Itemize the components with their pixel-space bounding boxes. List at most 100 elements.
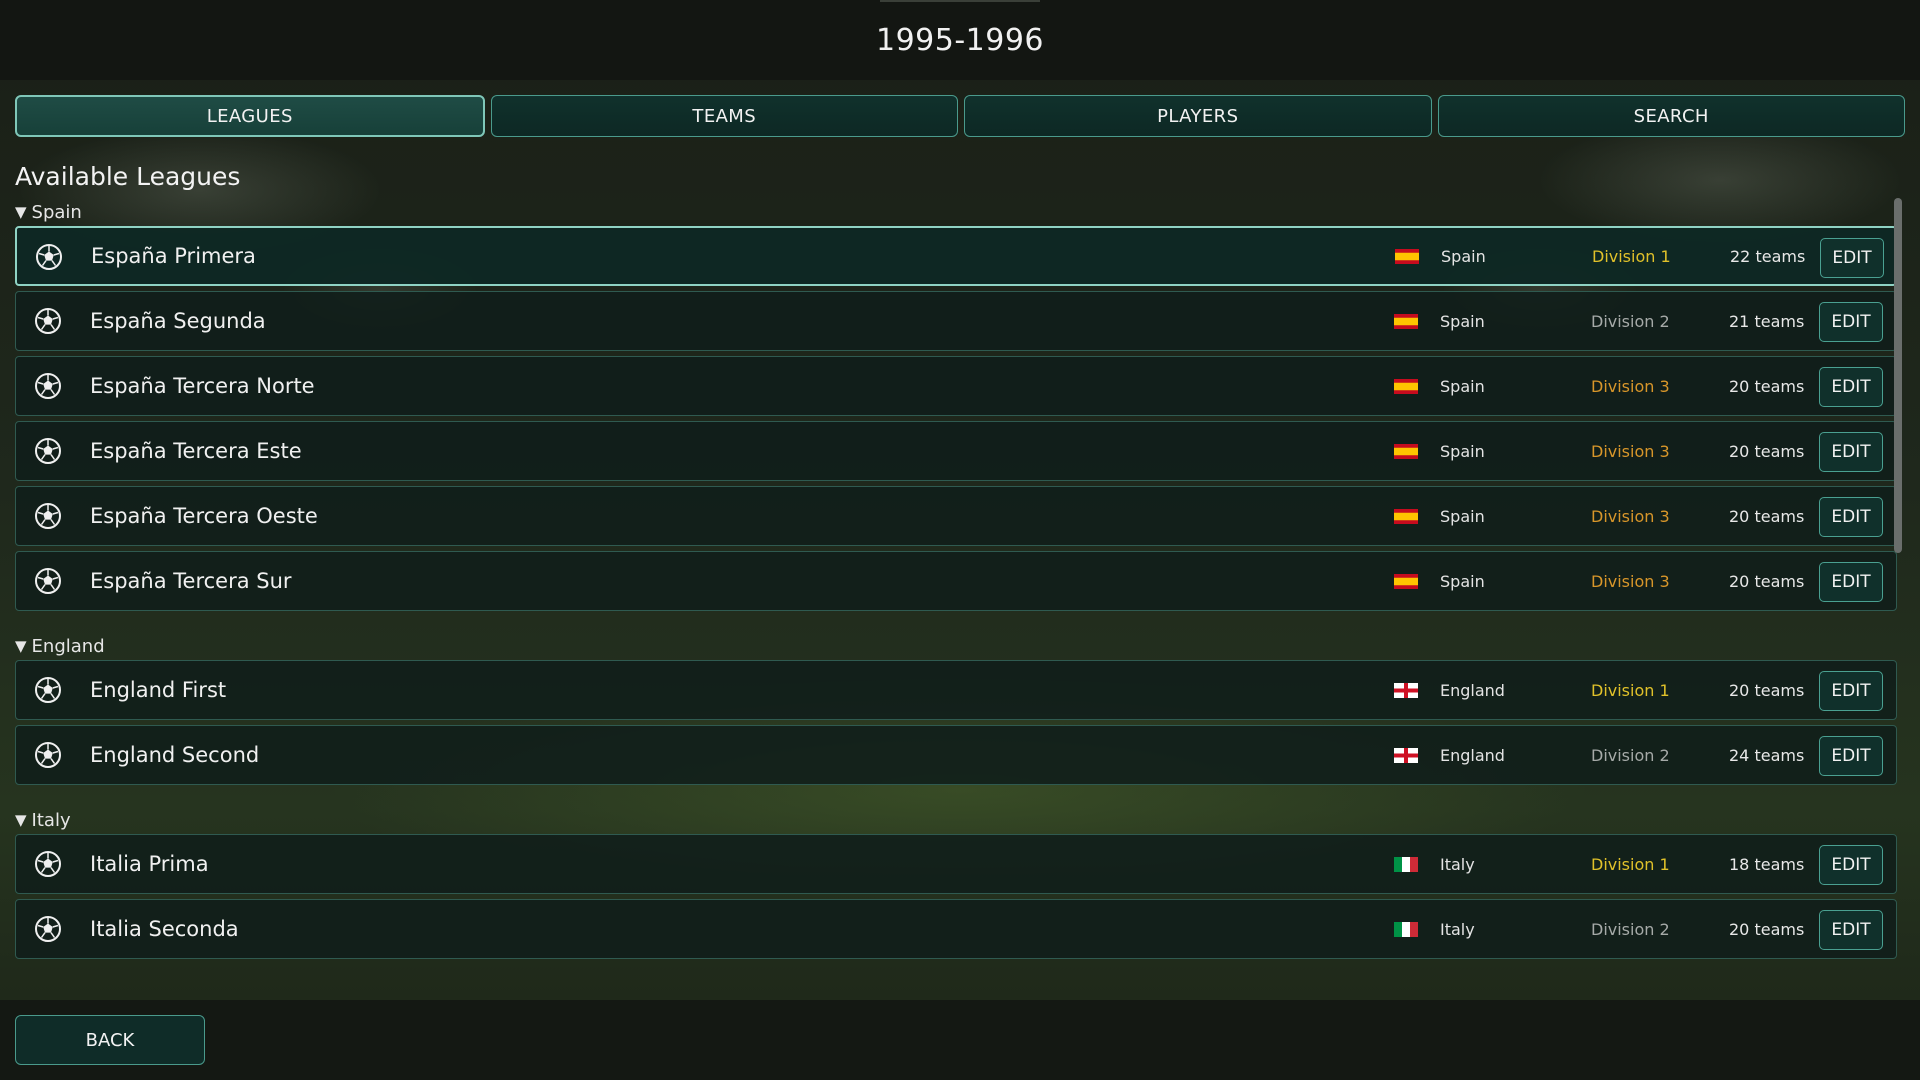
league-row[interactable]: España Segunda Spain Division 2 21 teams EDI…	[15, 291, 1897, 351]
tab-teams[interactable]: TEAMS	[490, 95, 958, 137]
collapse-caret-icon: ▼	[15, 811, 27, 829]
league-division: Division 3	[1591, 376, 1670, 396]
edit-button[interactable]: EDIT	[1819, 736, 1883, 776]
league-row[interactable]: España Tercera Sur Spain Division 3 20 team…	[15, 551, 1897, 611]
season-title: 1995-1996	[875, 22, 1045, 58]
soccer-ball-icon	[34, 567, 62, 595]
edit-button[interactable]: EDIT	[1819, 562, 1883, 602]
soccer-ball-icon	[34, 502, 62, 530]
league-division: Division 3	[1591, 441, 1670, 461]
league-team-count: 21 teams	[1729, 311, 1805, 331]
edit-button[interactable]: EDIT	[1820, 238, 1884, 278]
edit-button[interactable]: EDIT	[1819, 910, 1883, 950]
league-division: Division 3	[1591, 506, 1670, 526]
section-title: Available Leagues	[15, 162, 241, 191]
league-name: España Tercera Oeste	[90, 504, 318, 528]
league-division: Division 1	[1592, 246, 1671, 266]
edit-button[interactable]: EDIT	[1819, 432, 1883, 472]
league-team-count: 20 teams	[1729, 919, 1805, 939]
spain-flag-icon	[1394, 443, 1418, 459]
league-team-count: 20 teams	[1729, 506, 1805, 526]
league-team-count: 22 teams	[1730, 246, 1806, 266]
group-header-england[interactable]: ▼ England	[15, 632, 1897, 660]
england-flag-icon	[1394, 747, 1418, 763]
league-name: España Primera	[91, 244, 256, 268]
edit-button[interactable]: EDIT	[1819, 671, 1883, 711]
edit-button[interactable]: EDIT	[1819, 302, 1883, 342]
group-label: Spain	[31, 201, 82, 223]
league-name: England Second	[90, 743, 260, 767]
league-team-count: 20 teams	[1729, 680, 1805, 700]
group-label: England	[31, 635, 105, 657]
league-row[interactable]: Italia Prima Italy Division 1 18 teams EDIT	[15, 834, 1897, 894]
league-division: Division 2	[1591, 745, 1670, 765]
league-row[interactable]: España Tercera Oeste Spain Division 3 20 te…	[15, 486, 1897, 546]
soccer-ball-icon	[34, 676, 62, 704]
league-team-count: 20 teams	[1729, 571, 1805, 591]
spain-flag-icon	[1394, 508, 1418, 524]
league-name: España Tercera Sur	[90, 569, 292, 593]
league-country: Spain	[1441, 246, 1486, 266]
league-row[interactable]: España Tercera Norte Spain Division 3 20 te…	[15, 356, 1897, 416]
league-country: England	[1440, 680, 1505, 700]
league-name: España Tercera Este	[90, 439, 302, 463]
league-country: Spain	[1440, 441, 1485, 461]
league-list[interactable]: ▼ Spain España Primera Spain Division 1 22 t…	[15, 198, 1897, 968]
league-country: Spain	[1440, 311, 1485, 331]
spain-flag-icon	[1394, 573, 1418, 589]
group-label: Italy	[31, 809, 71, 831]
group-header-spain[interactable]: ▼ Spain	[15, 198, 1897, 226]
league-country: England	[1440, 745, 1505, 765]
collapse-caret-icon: ▼	[15, 203, 27, 221]
header-accent-line	[880, 0, 1040, 2]
footer-bar	[0, 1000, 1920, 1080]
spain-flag-icon	[1395, 248, 1419, 264]
collapse-caret-icon: ▼	[15, 637, 27, 655]
league-team-count: 20 teams	[1729, 441, 1805, 461]
league-row[interactable]: England First England Division 1 20 teams ED…	[15, 660, 1897, 720]
header-bar: 1995-1996	[0, 0, 1920, 80]
league-country: Spain	[1440, 376, 1485, 396]
tab-players[interactable]: PLAYERS	[964, 95, 1432, 137]
soccer-ball-icon	[35, 243, 63, 271]
soccer-ball-icon	[34, 741, 62, 769]
league-division: Division 2	[1591, 311, 1670, 331]
league-name: Italia Prima	[90, 852, 209, 876]
league-country: Spain	[1440, 571, 1485, 591]
league-country: Spain	[1440, 506, 1485, 526]
league-row[interactable]: España Primera Spain Division 1 22 teams EDI…	[15, 226, 1897, 286]
soccer-ball-icon	[34, 850, 62, 878]
league-row[interactable]: España Tercera Este Spain Division 3 20 tea…	[15, 421, 1897, 481]
soccer-ball-icon	[34, 915, 62, 943]
league-name: España Segunda	[90, 309, 266, 333]
soccer-ball-icon	[34, 307, 62, 335]
edit-button[interactable]: EDIT	[1819, 497, 1883, 537]
england-flag-icon	[1394, 682, 1418, 698]
edit-button[interactable]: EDIT	[1819, 845, 1883, 885]
spain-flag-icon	[1394, 313, 1418, 329]
league-division: Division 2	[1591, 919, 1670, 939]
league-country: Italy	[1440, 919, 1475, 939]
league-name: España Tercera Norte	[90, 374, 315, 398]
italy-flag-icon	[1394, 921, 1418, 937]
league-row[interactable]: Italia Seconda Italy Division 2 20 teams EDI…	[15, 899, 1897, 959]
group-header-italy[interactable]: ▼ Italy	[15, 806, 1897, 834]
scrollbar[interactable]	[1894, 198, 1902, 553]
league-name: Italia Seconda	[90, 917, 239, 941]
league-country: Italy	[1440, 854, 1475, 874]
edit-button[interactable]: EDIT	[1819, 367, 1883, 407]
league-name: England First	[90, 678, 227, 702]
league-division: Division 1	[1591, 854, 1670, 874]
league-row[interactable]: England Second England Division 2 24 teams E…	[15, 725, 1897, 785]
tab-search[interactable]: SEARCH	[1437, 95, 1905, 137]
league-team-count: 20 teams	[1729, 376, 1805, 396]
tab-bar: LEAGUES TEAMS PLAYERS SEARCH	[15, 95, 1905, 137]
italy-flag-icon	[1394, 856, 1418, 872]
spain-flag-icon	[1394, 378, 1418, 394]
back-button[interactable]: BACK	[15, 1015, 205, 1065]
soccer-ball-icon	[34, 437, 62, 465]
tab-leagues[interactable]: LEAGUES	[15, 95, 485, 137]
league-division: Division 3	[1591, 571, 1670, 591]
